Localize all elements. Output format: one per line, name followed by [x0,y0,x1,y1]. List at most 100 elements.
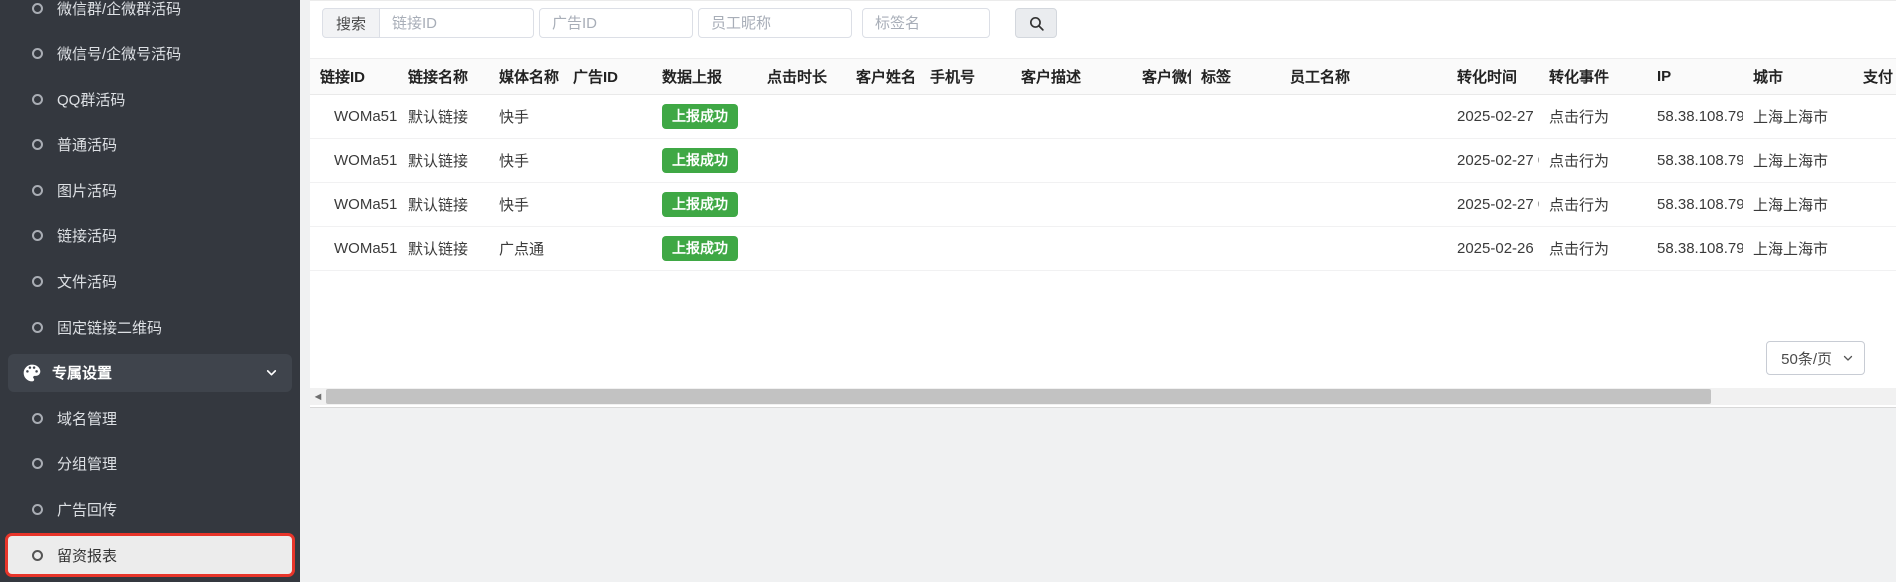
cell-link-name: 默认链接 [398,139,489,183]
cell-convert-event: 点击行为 [1539,139,1647,183]
column-header: 客户姓名 [846,59,920,95]
scroll-left-button[interactable]: ◄ [310,388,326,405]
sidebar-item-label: 微信号/企微号活码 [57,43,181,64]
pagination: 50条/页 [310,341,1896,375]
circle-icon [32,139,43,150]
page-size-value: 50条/页 [1781,348,1832,369]
sidebar-item[interactable]: QQ群活码 [0,76,300,122]
page-size-select[interactable]: 50条/页 [1766,341,1865,375]
sidebar-item-label: 分组管理 [57,453,117,474]
chevron-down-icon [1842,352,1854,364]
cell-customer-name [846,139,920,183]
circle-icon [32,48,43,59]
cell-media-name: 快手 [489,139,563,183]
cell-pay [1853,183,1896,227]
cell-convert-time: 2025-02-27 09:50:33 [1447,183,1539,227]
sidebar-item-label: 微信群/企微群活码 [57,0,181,19]
cell-convert-time: 2025-02-27 09:57:04 [1447,139,1539,183]
cell-customer-name [846,95,920,139]
sidebar-item[interactable]: 微信群/企微群活码 [0,0,300,31]
sidebar-item-row: 固定链接二维码 [8,308,292,346]
sidebar-item[interactable]: 专属设置 [0,350,300,396]
cell-city: 上海上海市 [1743,227,1853,271]
sidebar-item-label: 普通活码 [57,134,117,155]
circle-icon [32,458,43,469]
cell-tag [1191,227,1280,271]
tag-name-input[interactable] [862,8,990,38]
sidebar-item[interactable]: 图片活码 [0,168,300,214]
sidebar-item[interactable]: 留资报表 [0,532,300,578]
cell-staff-name [1280,227,1447,271]
sidebar-item[interactable]: 普通活码 [0,122,300,168]
circle-icon [32,504,43,515]
column-header: 客户微信昵称 [1132,59,1191,95]
cell-tag [1191,95,1280,139]
column-header: 支付 [1853,59,1896,95]
column-header: 手机号 [920,59,1011,95]
search-button[interactable] [1015,8,1057,38]
circle-icon [32,185,43,196]
cell-city: 上海上海市 [1743,139,1853,183]
cell-media-name: 广点通 [489,227,563,271]
cell-convert-event: 点击行为 [1539,183,1647,227]
sidebar-item-label: 固定链接二维码 [57,317,162,338]
cell-convert-event: 点击行为 [1539,227,1647,271]
data-table: 链接ID链接名称媒体名称广告ID数据上报点击时长客户姓名手机号客户描述客户微信昵… [310,58,1896,271]
table-row: WOMa51 默认链接 快手 上报成功 [310,183,1896,227]
cell-city: 上海上海市 [1743,183,1853,227]
sidebar-item-row: 微信群/企微群活码 [8,0,292,27]
sidebar-item[interactable]: 微信号/企微号活码 [0,31,300,77]
table-body: WOMa51 默认链接 快手 上报成功 [310,95,1896,271]
column-header: 链接名称 [398,59,489,95]
scrollbar-thumb[interactable] [326,389,1711,404]
palette-icon [22,363,42,383]
cell-media-name: 快手 [489,183,563,227]
column-header: 城市 [1743,59,1853,95]
circle-icon [32,276,43,287]
horizontal-scrollbar[interactable]: ◄ [310,388,1896,405]
sidebar-item[interactable]: 域名管理 [0,396,300,442]
cell-phone [920,95,1011,139]
search-bar: 搜索 [310,1,1896,38]
cell-report-status: 上报成功 [652,227,757,271]
column-header: 转化事件 [1539,59,1647,95]
cell-customer-name [846,227,920,271]
cell-wechat-nickname [1132,183,1191,227]
cell-staff-name [1280,95,1447,139]
sidebar-item[interactable]: 文件活码 [0,259,300,305]
sidebar-item-label: 文件活码 [57,271,117,292]
cell-phone [920,183,1011,227]
cell-link-id: WOMa51 [310,139,398,183]
report-status-badge: 上报成功 [662,104,738,130]
cell-click-duration [757,139,846,183]
table-header: 链接ID链接名称媒体名称广告ID数据上报点击时长客户姓名手机号客户描述客户微信昵… [310,59,1896,95]
report-status-badge: 上报成功 [662,148,738,174]
cell-customer-name [846,183,920,227]
sidebar-item-label: 留资报表 [57,545,117,566]
cell-link-name: 默认链接 [398,95,489,139]
cell-tag [1191,139,1280,183]
cell-report-status: 上报成功 [652,183,757,227]
circle-icon [32,322,43,333]
sidebar-item[interactable]: 广告回传 [0,487,300,533]
sidebar-item[interactable]: 链接活码 [0,213,300,259]
circle-icon [32,3,43,14]
table-scroll-area: 链接ID链接名称媒体名称广告ID数据上报点击时长客户姓名手机号客户描述客户微信昵… [310,38,1896,271]
sidebar-item-label: 广告回传 [57,499,117,520]
link-id-input[interactable] [380,8,534,38]
cell-ad-id [563,139,652,183]
column-header: 标签 [1191,59,1280,95]
search-label: 搜索 [322,8,380,38]
sidebar-item[interactable]: 固定链接二维码 [0,304,300,350]
staff-nickname-input[interactable] [698,8,852,38]
column-header: 客户描述 [1011,59,1132,95]
sidebar-menu: 微信群/企微群活码 微信号/企微号活码 QQ群活码 [0,0,300,578]
report-status-badge: 上报成功 [662,192,738,218]
sidebar-item-row: 专属设置 [8,354,292,392]
ad-id-input[interactable] [539,8,693,38]
cell-ad-id [563,227,652,271]
sidebar-item[interactable]: 分组管理 [0,441,300,487]
sidebar-item-row: 留资报表 [8,536,292,574]
cell-ip: 58.38.108.79 [1647,227,1743,271]
cell-click-duration [757,95,846,139]
